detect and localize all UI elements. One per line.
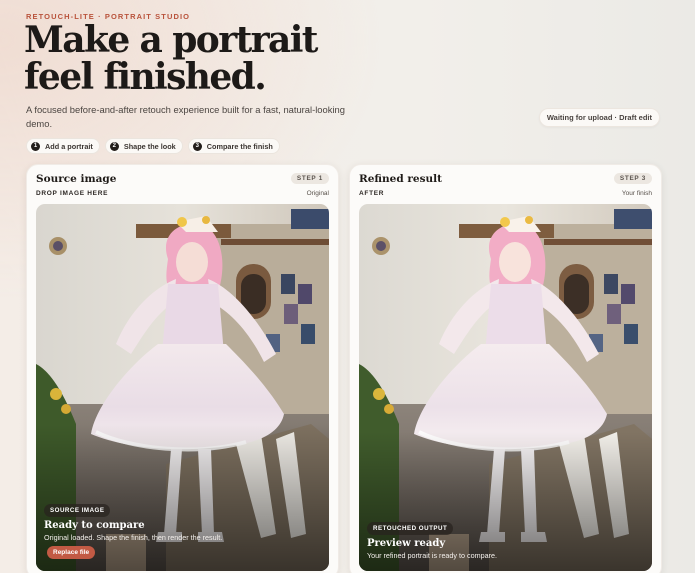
drop-zone-label: DROP IMAGE HERE [36, 190, 109, 197]
retouched-output-tag: RETOUCHED OUTPUT [367, 522, 454, 535]
step-label: Compare the finish [206, 141, 273, 151]
source-status-heading: Ready to compare [44, 520, 145, 531]
replace-file-button[interactable]: Replace file [47, 546, 96, 559]
step-number: 3 [192, 141, 202, 151]
source-step-badge: STEP 1 [290, 173, 329, 184]
result-photo: RETOUCHED OUTPUT Preview ready Your refi… [359, 204, 652, 571]
source-status-text: Original loaded. Shape the finish, then … [44, 531, 234, 559]
source-card-title: Source image [36, 173, 117, 185]
step-label: Add a portrait [45, 141, 93, 151]
result-corner-label: Your finish [621, 190, 652, 197]
step-number: 2 [109, 141, 119, 151]
result-card: Refined result STEP 3 AFTER Your finish [349, 164, 662, 573]
status-badge: Waiting for upload · Draft edit [538, 108, 660, 127]
result-status-heading: Preview ready [367, 538, 446, 549]
result-portrait-image [359, 204, 652, 571]
page-subtitle: A focused before-and-after retouch exper… [26, 104, 345, 129]
step-shape-look[interactable]: 2 Shape the look [104, 138, 183, 154]
result-card-title: Refined result [359, 173, 442, 185]
source-card: Source image STEP 1 DROP IMAGE HERE Orig… [26, 164, 339, 573]
source-corner-label: Original [306, 190, 329, 197]
step-label: Shape the look [123, 141, 176, 151]
source-photo-dropzone[interactable]: SOURCE IMAGE Ready to compare Original l… [36, 204, 329, 571]
page-title: Make a portrait feel finished. [24, 19, 318, 98]
source-image-tag: SOURCE IMAGE [44, 504, 111, 517]
result-status-text: Your refined portrait is ready to compar… [367, 551, 497, 560]
step-compare-finish[interactable]: 3 Compare the finish [187, 138, 280, 154]
result-step-badge: STEP 3 [613, 173, 652, 184]
after-label: AFTER [359, 190, 385, 197]
step-number: 1 [31, 141, 40, 151]
step-add-portrait[interactable]: 1 Add a portrait [26, 138, 100, 154]
source-status-message: Original loaded. Shape the finish, then … [44, 533, 223, 542]
step-nav: 1 Add a portrait 2 Shape the look 3 Comp… [26, 138, 280, 154]
